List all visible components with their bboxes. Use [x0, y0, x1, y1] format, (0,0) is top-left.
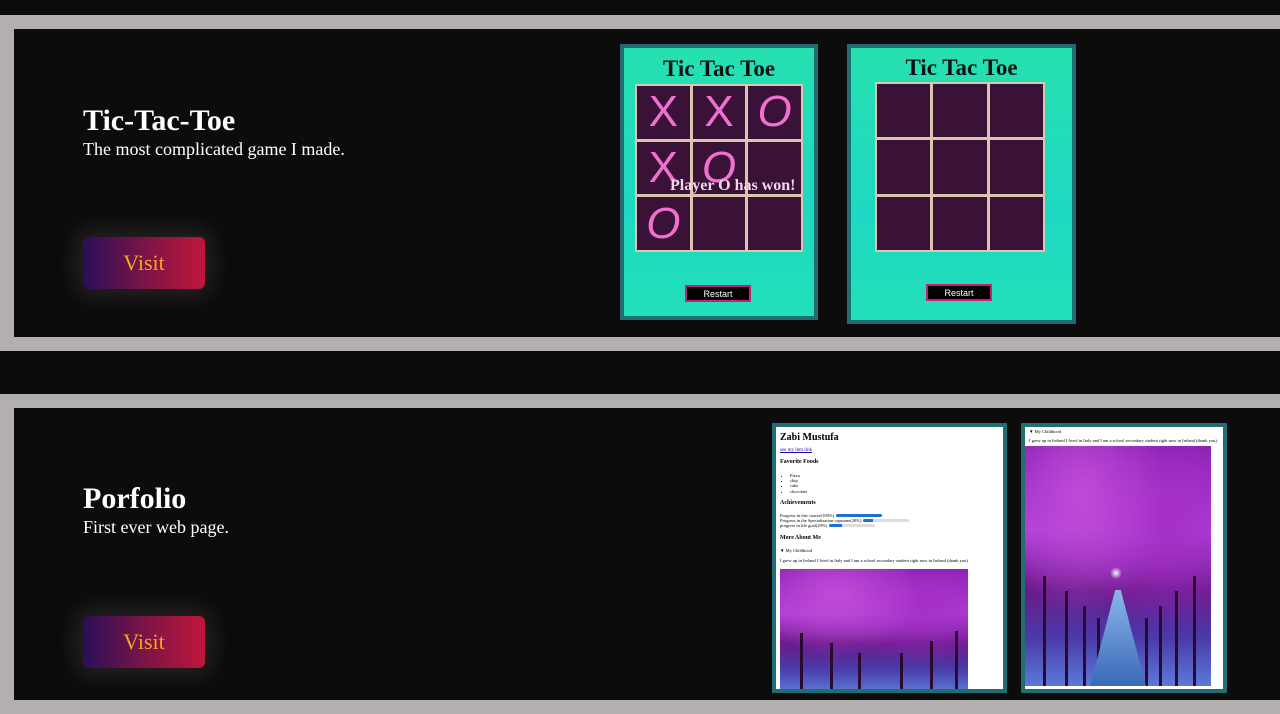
project-card-portfolio: Porfolio First ever web page. Visit Zabi… — [0, 394, 1280, 714]
board-cell — [933, 196, 987, 250]
project-description: The most complicated game I made. — [83, 139, 345, 159]
progress-fill — [836, 514, 883, 517]
project-title: Porfolio — [83, 482, 187, 515]
game-board: X X O X O O — [635, 84, 803, 252]
board-cell — [989, 196, 1043, 250]
progress-bar — [836, 514, 883, 517]
achievements-heading: Achievements — [780, 500, 816, 506]
restart-button: Restart — [926, 284, 992, 301]
board-cell — [933, 84, 987, 138]
foods-list: Pizza chip cake chocolate — [790, 473, 807, 494]
game-board — [875, 82, 1045, 252]
game-title: Tic Tac Toe — [905, 55, 1018, 80]
board-cell: O — [637, 197, 690, 250]
board-cell — [877, 196, 931, 250]
board-cell — [877, 140, 931, 194]
progress-row: progress in life goal(29%) — [780, 523, 876, 528]
childhood-text: I grew up in Ireland I lived in Italy an… — [1029, 438, 1217, 443]
portfolio-screenshot-childhood: ▼ My Childhood I grew up in Ireland I li… — [1021, 423, 1227, 693]
portfolio-screenshot-top: Zabi Mustufa see my ibm link Favorite Fo… — [772, 423, 1007, 693]
board-cell: O — [748, 86, 801, 139]
progress-label: progress in life goal(29%) — [780, 523, 828, 528]
board-cell: X — [692, 86, 746, 139]
tictactoe-screenshot-empty: Tic Tac Toe Restart — [847, 44, 1076, 324]
restart-button: Restart — [685, 285, 751, 302]
portfolio-name: Zabi Mustufa — [780, 432, 839, 443]
board-cell — [692, 197, 746, 250]
board-cell — [748, 197, 801, 250]
details-summary: ▼ My Childhood — [780, 548, 812, 553]
project-card-tictactoe: Tic-Tac-Toe The most complicated game I … — [0, 15, 1280, 351]
board-cell — [877, 84, 931, 138]
tree-tunnel-image — [1025, 446, 1211, 686]
progress-fill — [829, 524, 843, 527]
win-message: Player O has won! — [670, 177, 796, 194]
visit-button[interactable]: Visit — [83, 616, 205, 668]
board-cell — [933, 140, 987, 194]
progress-bar — [829, 524, 876, 527]
board-cell: X — [637, 86, 690, 139]
tree-tunnel-image — [780, 569, 968, 689]
board-cell — [989, 140, 1043, 194]
project-description: First ever web page. — [83, 517, 229, 537]
details-summary: ▼ My Childhood — [1029, 429, 1061, 434]
list-item: chocolate — [790, 489, 807, 494]
visit-button[interactable]: Visit — [83, 237, 205, 289]
tictactoe-screenshot-won: Tic Tac Toe X X O X O O Player O has won… — [620, 44, 818, 320]
foods-heading: Favorite Foods — [780, 459, 819, 465]
progress-fill — [863, 519, 873, 522]
childhood-text: I grew up in Ireland I lived in Italy an… — [780, 558, 968, 563]
portfolio-link: see my ibm link — [780, 448, 813, 453]
progress-bar — [863, 519, 910, 522]
more-heading: More About Me — [780, 535, 821, 541]
project-title: Tic-Tac-Toe — [83, 104, 236, 137]
game-title: Tic Tac Toe — [662, 56, 776, 81]
board-cell — [989, 84, 1043, 138]
